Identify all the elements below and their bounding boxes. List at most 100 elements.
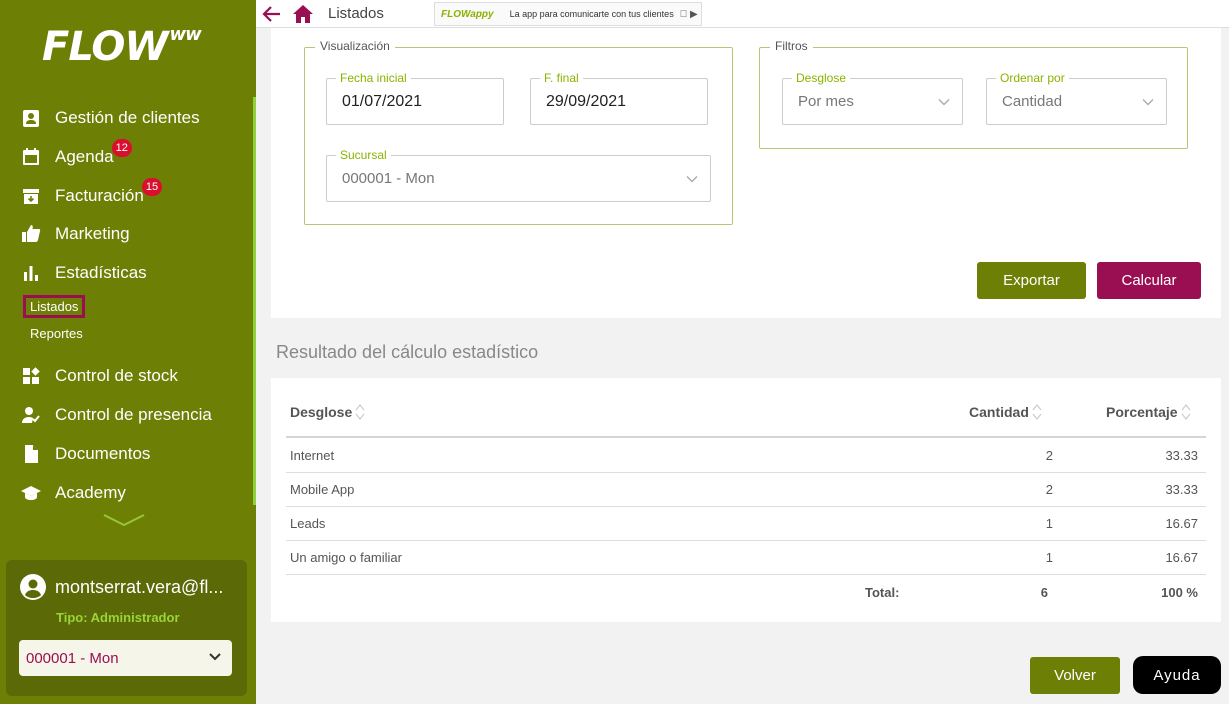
ordenar-value: Cantidad — [1002, 93, 1063, 110]
ordenar-label: Ordenar por — [996, 71, 1069, 85]
sucursal-select[interactable]: Sucursal 000001 - Mon — [326, 148, 711, 202]
sidebar: FLOW ww Gestión de clientes Agenda 12 Fac… — [0, 0, 256, 704]
fecha-inicial-value: 01/07/2021 — [342, 93, 423, 110]
store-icons:  ▶ — [679, 8, 698, 20]
chevron-down-icon — [686, 176, 698, 183]
user-avatar-icon — [20, 574, 46, 600]
sidebar-item-academy[interactable]: Academy — [20, 480, 126, 506]
fecha-inicial-label: Fecha inicial — [336, 71, 411, 85]
sidebar-subitem-reportes[interactable]: Reportes — [30, 326, 83, 341]
sort-icon — [1032, 404, 1042, 420]
sidebar-item-clientes[interactable]: Gestión de clientes — [20, 105, 200, 131]
sidebar-item-label: Control de stock — [55, 366, 178, 385]
sidebar-item-stock[interactable]: Control de stock — [20, 363, 178, 389]
sidebar-item-estadisticas[interactable]: Estadísticas — [20, 260, 147, 286]
calculate-button[interactable]: Calcular — [1097, 262, 1201, 299]
cell-desglose: Leads — [290, 516, 326, 531]
total-porcentaje: 100 % — [1161, 585, 1198, 600]
help-button[interactable]: Ayuda — [1133, 656, 1221, 694]
filtros-legend: Filtros — [770, 39, 813, 53]
column-header-label: Cantidad — [969, 404, 1029, 420]
sort-icon — [1181, 404, 1191, 420]
user-email: montserrat.vera@fl... — [55, 577, 224, 597]
results-table: Desglose Cantidad Porcentaje Internet 2 … — [271, 378, 1221, 622]
fecha-final-field[interactable]: F. final 29/09/2021 — [530, 71, 708, 125]
stock-icon — [20, 365, 42, 387]
top-bar: Listados FLOWappy La app para comunicart… — [256, 0, 1229, 28]
cell-desglose: Un amigo o familiar — [290, 550, 402, 565]
cell-desglose: Mobile App — [290, 482, 355, 497]
row-divider — [286, 540, 1206, 541]
desglose-label: Desglose — [792, 71, 851, 85]
sidebar-subitem-listados[interactable]: Listados — [23, 295, 86, 318]
export-button[interactable]: Exportar — [977, 262, 1086, 299]
presence-icon — [20, 404, 42, 426]
flow-logo[interactable]: FLOW ww — [42, 24, 202, 70]
clients-icon — [20, 107, 42, 129]
chevron-down-icon[interactable] — [102, 512, 146, 528]
user-type: Tipo: Administrador — [56, 610, 180, 625]
sort-icon — [355, 404, 365, 420]
desglose-value: Por mes — [798, 93, 854, 110]
chevron-down-icon — [1142, 99, 1154, 106]
cell-cantidad: 2 — [1045, 448, 1053, 463]
thumbs-up-icon — [20, 223, 42, 245]
sidebar-item-documentos[interactable]: Documentos — [20, 441, 150, 467]
facturacion-badge: 15 — [141, 178, 163, 196]
sidebar-item-label: Facturación — [55, 186, 144, 205]
sidebar-item-marketing[interactable]: Marketing — [20, 221, 130, 247]
total-cantidad: 6 — [1040, 585, 1048, 600]
app-banner[interactable]: FLOWappy La app para comunicarte con tus… — [434, 2, 702, 26]
filters-card: Visualización Fecha inicial 01/07/2021 F… — [271, 28, 1221, 318]
bar-chart-icon — [20, 262, 42, 284]
cell-cantidad: 2 — [1045, 482, 1053, 497]
sidebar-item-label: Documentos — [55, 444, 151, 463]
banner-text: La app para comunicarte con tus clientes — [509, 9, 674, 19]
agenda-badge: 12 — [111, 139, 132, 157]
column-header-desglose[interactable]: Desglose — [290, 403, 365, 421]
page-title: Listados — [328, 5, 384, 22]
cell-desglose: Internet — [290, 448, 335, 463]
sucursal-label: Sucursal — [336, 148, 391, 162]
branch-select[interactable]: 000001 - Mon — [19, 640, 232, 676]
ordenar-select[interactable]: Ordenar por Cantidad — [986, 71, 1167, 125]
home-icon[interactable] — [292, 3, 314, 25]
billing-icon — [20, 185, 42, 207]
header-divider — [286, 436, 1206, 438]
cell-porcentaje: 33.33 — [1165, 448, 1198, 463]
sidebar-item-facturacion[interactable]: Facturación 15 — [20, 178, 163, 209]
visualizacion-legend: Visualización — [315, 39, 395, 53]
back-button[interactable]: Volver — [1030, 657, 1120, 694]
sidebar-item-presencia[interactable]: Control de presencia — [20, 402, 212, 428]
result-title: Resultado del cálculo estadístico — [276, 342, 539, 362]
sucursal-value: 000001 - Mon — [342, 170, 435, 187]
chevron-down-icon — [938, 99, 950, 106]
fecha-final-value: 29/09/2021 — [546, 93, 627, 110]
banner-logo: FLOWappy — [441, 8, 494, 20]
column-header-porcentaje[interactable]: Porcentaje — [1106, 403, 1191, 421]
chevron-down-icon — [209, 653, 221, 661]
sidebar-item-label: Agenda — [55, 147, 114, 166]
document-icon — [20, 443, 42, 465]
sidebar-item-label: Estadísticas — [55, 263, 147, 282]
user-panel: montserrat.vera@fl... Tipo: Administrado… — [6, 560, 247, 696]
sidebar-item-label: Marketing — [55, 224, 130, 243]
column-header-label: Porcentaje — [1106, 404, 1178, 420]
row-divider — [286, 574, 1206, 575]
fecha-final-label: F. final — [540, 71, 583, 85]
cell-cantidad: 1 — [1045, 516, 1053, 531]
column-header-cantidad[interactable]: Cantidad — [969, 403, 1042, 421]
total-label: Total: — [865, 585, 900, 600]
row-divider — [286, 506, 1206, 507]
desglose-select[interactable]: Desglose Por mes — [782, 71, 963, 125]
calendar-icon — [20, 146, 42, 168]
sidebar-scroll-indicator — [253, 97, 256, 505]
visualizacion-group: Visualización Fecha inicial 01/07/2021 F… — [304, 39, 733, 225]
column-header-label: Desglose — [290, 404, 353, 420]
cell-cantidad: 1 — [1045, 550, 1053, 565]
fecha-inicial-field[interactable]: Fecha inicial 01/07/2021 — [326, 71, 504, 125]
sidebar-item-label: Gestión de clientes — [55, 108, 200, 127]
row-divider — [286, 472, 1206, 473]
sidebar-item-agenda[interactable]: Agenda 12 — [20, 139, 132, 170]
back-arrow-icon[interactable] — [262, 4, 282, 24]
